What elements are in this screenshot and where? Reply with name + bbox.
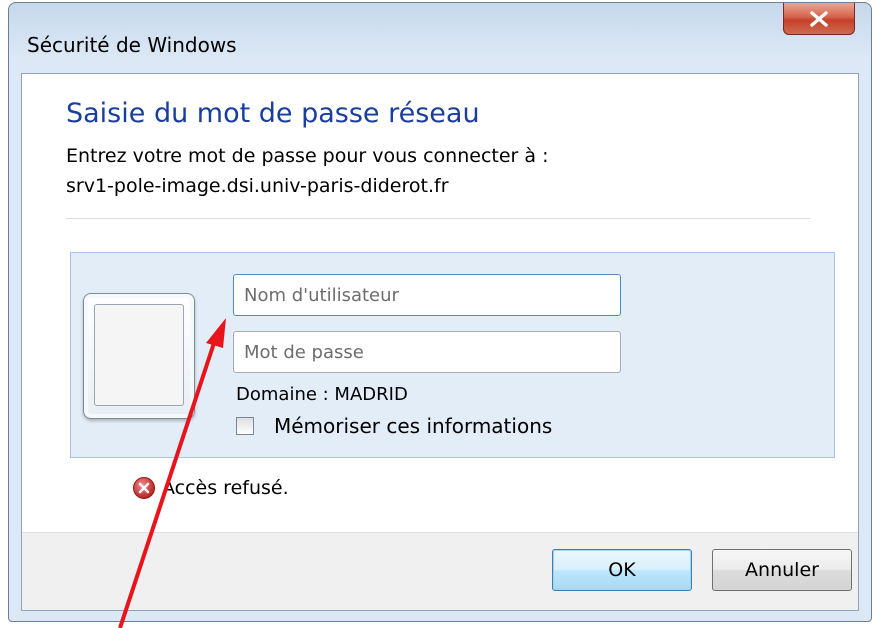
error-message: Accès refusé. [162,477,289,499]
cancel-button[interactable]: Annuler [712,549,852,591]
window-title: Sécurité de Windows [27,33,237,57]
user-tile-icon [83,293,195,419]
dialog-heading: Saisie du mot de passe réseau [66,98,480,129]
remember-label: Mémoriser ces informations [274,414,553,438]
close-button[interactable] [783,3,855,35]
username-input[interactable] [233,274,621,316]
credential-panel: Domaine : MADRID Mémoriser ces informati… [70,252,835,458]
ok-button[interactable]: OK [552,549,692,591]
dialog-description: Entrez votre mot de passe pour vous conn… [66,145,549,167]
remember-checkbox-row[interactable]: Mémoriser ces informations [236,414,552,438]
button-bar: OK Annuler [22,532,858,610]
password-input[interactable] [233,331,621,373]
dialog-content: Saisie du mot de passe réseau Entrez vot… [21,73,859,611]
domain-label: Domaine : MADRID [236,384,408,405]
error-circle-icon [133,477,155,499]
security-dialog-window: Sécurité de Windows Saisie du mot de pas… [8,2,872,622]
error-message-row: Accès refusé. [132,476,289,500]
separator [66,218,810,219]
user-tile-picture [94,304,184,406]
title-bar[interactable]: Sécurité de Windows [9,3,871,73]
server-name: srv1-pole-image.dsi.univ-paris-diderot.f… [66,175,449,197]
close-x-icon [810,10,828,27]
remember-checkbox[interactable] [236,417,254,435]
